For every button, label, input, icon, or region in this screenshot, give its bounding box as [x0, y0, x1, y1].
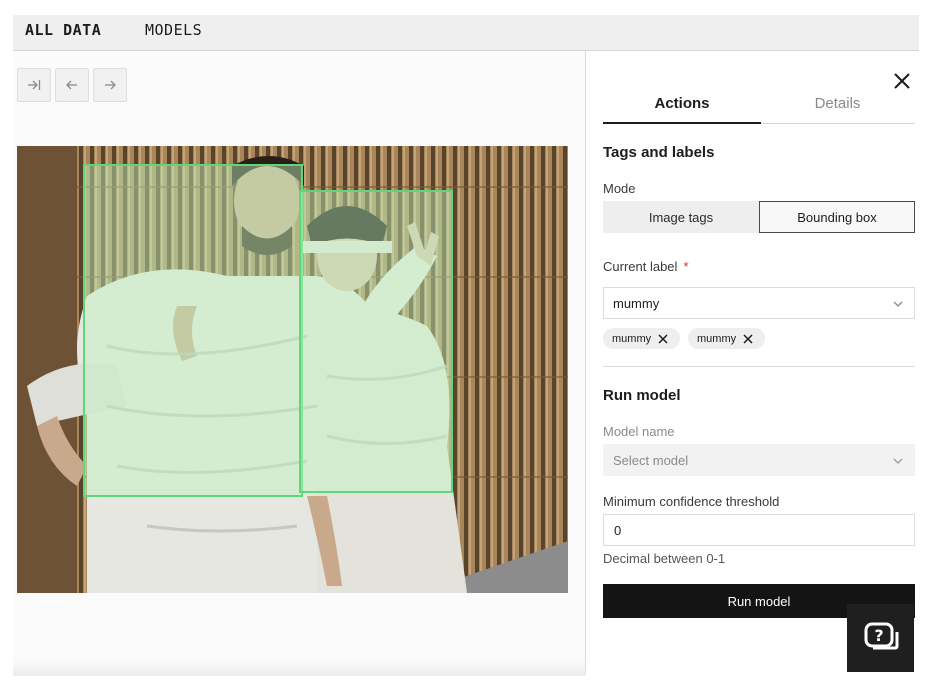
model-name-label: Model name: [603, 424, 675, 439]
pane-bottom-shadow: [13, 660, 585, 676]
current-label-label: Current label *: [603, 259, 689, 274]
active-tab-indicator: [603, 122, 761, 124]
required-mark: *: [683, 259, 689, 274]
skip-to-end-icon: [28, 80, 41, 90]
chevron-down-icon: [893, 301, 903, 307]
nav-all-data[interactable]: ALL DATA: [25, 21, 101, 39]
annotated-image[interactable]: [17, 146, 568, 593]
photo-mummies-illustration: [17, 146, 568, 593]
svg-text:?: ?: [874, 626, 883, 645]
close-icon[interactable]: [891, 70, 913, 92]
label-chip: mummy: [688, 328, 765, 349]
current-label-text: Current label: [603, 259, 678, 274]
tab-details[interactable]: Details: [761, 95, 914, 112]
next-image-button[interactable]: [93, 68, 127, 102]
mode-label: Mode: [603, 181, 636, 196]
chip-label: mummy: [697, 332, 737, 345]
current-label-value: mummy: [613, 295, 660, 311]
current-label-select[interactable]: mummy: [603, 287, 915, 319]
skip-to-end-button[interactable]: [17, 68, 51, 102]
mode-image-tags-button[interactable]: Image tags: [603, 201, 759, 233]
chip-label: mummy: [612, 332, 652, 345]
threshold-help-text: Decimal between 0-1: [603, 551, 726, 566]
top-nav-bar: ALL DATA MODELS: [13, 15, 919, 51]
section-divider: [603, 366, 915, 367]
threshold-input[interactable]: [603, 514, 915, 546]
threshold-label: Minimum confidence threshold: [603, 494, 780, 509]
arrow-left-icon: [66, 80, 77, 90]
help-chat-icon: ?: [864, 622, 898, 650]
nav-models[interactable]: MODELS: [145, 21, 202, 39]
panel-divider: [585, 51, 586, 675]
tab-actions[interactable]: Actions: [603, 95, 761, 112]
remove-chip-icon[interactable]: [742, 333, 754, 345]
model-select-placeholder: Select model: [613, 452, 689, 468]
remove-chip-icon[interactable]: [657, 333, 669, 345]
run-model-section-title: Run model: [603, 387, 681, 404]
arrow-right-icon: [105, 80, 116, 90]
previous-image-button[interactable]: [55, 68, 89, 102]
help-chat-button[interactable]: ?: [847, 604, 914, 672]
tags-section-title: Tags and labels: [603, 144, 715, 161]
mode-bounding-box-button[interactable]: Bounding box: [759, 201, 915, 233]
label-chip: mummy: [603, 328, 680, 349]
model-select[interactable]: Select model: [603, 444, 915, 476]
chevron-down-icon: [893, 458, 903, 464]
